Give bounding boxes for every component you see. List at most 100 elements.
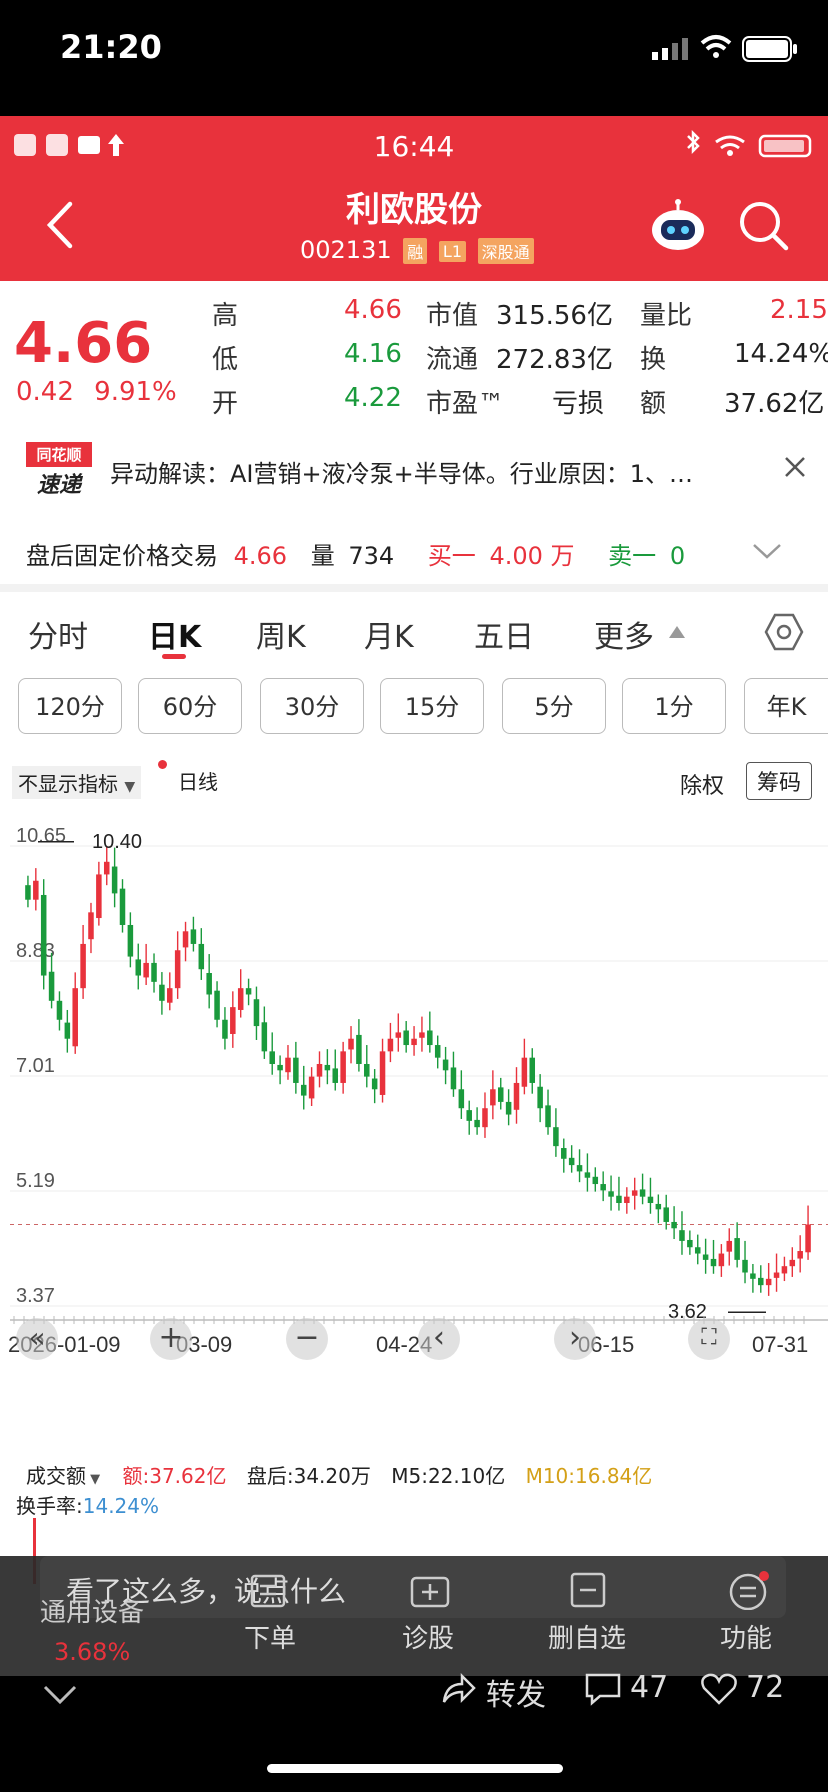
after-hours-row: 盘后固定价格交易 4.66 量 734 买一 4.00 万 卖一 0 [26,536,685,571]
candle-body [537,1086,543,1109]
tab-more[interactable]: 更多 [594,612,654,656]
float-label: 流通 [426,345,479,375]
mktcap-label: 市值 [426,301,479,331]
tab-weekly-k[interactable]: 周K [256,612,306,656]
collapse-chevron-icon[interactable] [42,1684,78,1710]
share-icon[interactable] [440,1672,476,1710]
chips-button[interactable]: 筹码 [746,762,813,800]
mktcap-value: 315.56亿 [496,301,613,331]
heart-icon[interactable] [700,1672,738,1710]
candle-body [750,1273,756,1279]
turnover-rate-value: 14.24% [82,1494,160,1518]
vol-ratio-value: 2.15 [770,295,828,325]
candle-body [300,1084,307,1096]
period-60m[interactable]: 60分 [138,678,242,734]
candle-body [773,1272,780,1278]
after-hours-vol: 734 [348,542,395,570]
volume-label[interactable]: 成交额 [26,1464,86,1488]
candle-body [427,1030,433,1046]
candle-body [40,894,47,976]
volume-after: 盘后:34.20万 [246,1464,371,1488]
price-change: 0.42 9.91% [16,377,177,407]
candle-body [25,885,31,900]
after-hours-trade: 盘后固定价格交易 4.66 量 734 买一 4.00 万 卖一 0 [0,514,828,592]
candle-body [490,1089,496,1106]
function-icon [728,1570,772,1614]
candle-body [616,1195,622,1204]
candle-body [434,1045,441,1058]
news-strip[interactable]: 同花顺 速递 异动解读：AI营销+液冷泵+半导体。行业原因：1、… [0,434,828,514]
candle-body [758,1277,764,1286]
caret-down-icon: ▼ [124,779,136,795]
search-icon[interactable] [738,200,790,256]
pe-value: 亏损 [552,389,605,419]
high-value: 4.66 [344,295,402,325]
tab-monthly-k[interactable]: 月K [364,612,414,656]
candle-body [379,1051,386,1095]
period-1m[interactable]: 1分 [622,678,726,734]
period-yearly[interactable]: 年K [744,678,828,734]
zoom-out-button[interactable]: − [286,1318,328,1360]
amount-label: 额 [640,389,667,419]
signal-icon [652,38,692,64]
tab-intraday[interactable]: 分时 [28,612,88,656]
low-value: 4.16 [344,339,402,369]
app-screen: 16:44 利欧股份 002131 融 L1 深股通 4.66 0.42 9.9… [0,116,828,1676]
sector-change: 3.68% [54,1638,131,1666]
indicator-select[interactable]: 不显示指标 ▼ [12,766,142,799]
zoom-in-button[interactable]: + [150,1318,192,1360]
scroll-start-button[interactable]: « [16,1318,58,1360]
like-count: 72 [746,1670,785,1705]
period-120m[interactable]: 120分 [18,678,122,734]
volume-header: 成交额 ▼ 额:37.62亿 盘后:34.20万 M5:22.10亿 M10:1… [26,1460,652,1489]
adjust-button[interactable]: 除权 [680,768,724,800]
tag-margin: 融 [403,238,428,264]
period-30m[interactable]: 30分 [260,678,364,734]
candle-body [497,1087,504,1102]
scroll-left-button[interactable]: ‹ [418,1318,460,1360]
candle-body [584,1172,591,1178]
change-value: 0.42 [16,377,74,407]
candle-body [679,1230,685,1241]
settings-hexagon-icon[interactable] [764,612,804,656]
volume-m10: M10:16.84亿 [525,1464,653,1488]
scroll-right-button[interactable]: › [554,1318,596,1360]
y-tick-label: 3.37 [16,1285,55,1307]
candlestick-chart[interactable]: 10.658.837.015.193.3710.403.622026-01-09… [0,806,828,1366]
tab-five-day[interactable]: 五日 [474,612,534,656]
y-tick-label: 5.19 [16,1170,55,1192]
period-15m[interactable]: 15分 [380,678,484,734]
function-button[interactable]: 功能 [720,1618,772,1655]
candle-body [103,861,110,875]
amount-value: 37.62亿 [724,389,825,419]
sell-one-value: 0 [669,542,686,570]
period-5m[interactable]: 5分 [502,678,606,734]
fullscreen-button[interactable]: ⛶ [688,1318,730,1360]
candle-body [663,1207,669,1222]
candle-body [403,1030,409,1046]
candle-body [96,874,102,919]
buy-one-value: 4.00 万 [489,542,575,570]
candle-body [505,1101,512,1115]
comment-count: 47 [630,1670,669,1705]
inner-status-icons [680,129,820,164]
order-button[interactable]: 下单 [244,1618,296,1655]
candle-body [190,929,197,944]
candle-body [277,1064,283,1071]
robot-assistant-icon[interactable] [648,198,708,258]
candle-body [718,1253,725,1267]
candle-body [805,1224,811,1253]
tab-daily-k[interactable]: 日K [148,612,201,656]
comment-icon[interactable] [584,1672,622,1710]
candle-body [561,1148,567,1159]
diagnose-button[interactable]: 诊股 [402,1618,454,1655]
share-label[interactable]: 转发 [486,1670,546,1714]
sector-label[interactable]: 通用设备 [40,1592,144,1629]
chevron-down-icon[interactable] [752,542,782,564]
remove-watchlist-button[interactable]: 删自选 [548,1618,626,1655]
close-icon[interactable] [784,456,806,482]
candle-body [529,1057,536,1083]
after-hours-label: 盘后固定价格交易 [26,542,218,570]
candle-body [797,1251,803,1259]
candle-body [387,1038,394,1052]
